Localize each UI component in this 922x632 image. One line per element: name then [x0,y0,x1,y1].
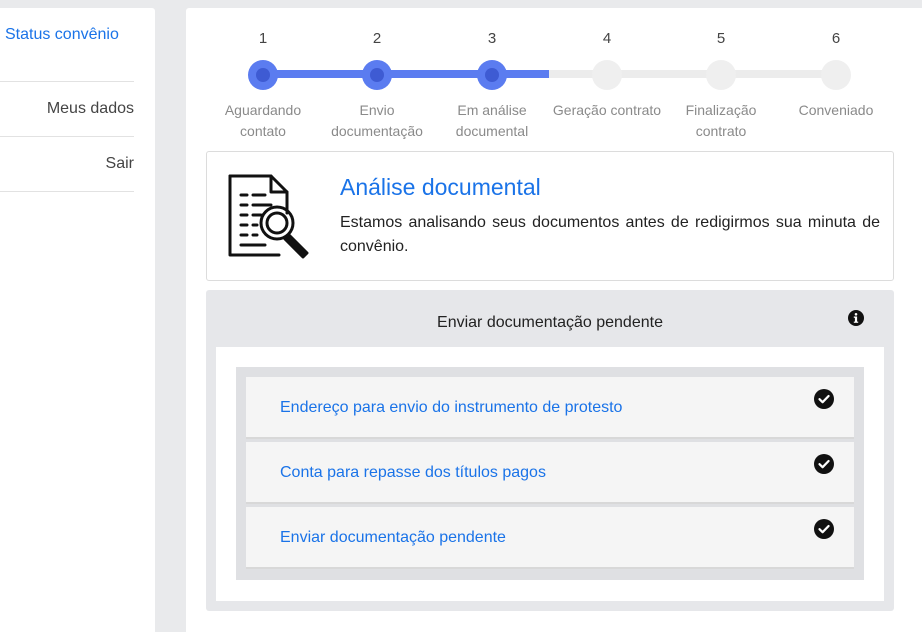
main-content: 1 Aguardando contato 2 Envio documentaçã… [186,8,922,632]
step-dot [706,60,736,90]
step-number: 3 [487,30,497,47]
step-dot [477,60,507,90]
step-number: 4 [602,30,612,47]
sidebar-item-label: Status convênio [5,26,119,43]
check-circle-icon [814,389,834,409]
step-dot [592,60,622,90]
check-circle-icon [814,454,834,474]
status-card: Análise documental Estamos analisando se… [206,151,894,281]
document-search-icon [228,174,309,259]
sidebar-item-sair[interactable]: Sair [0,137,134,192]
step-label: Em análise documental [455,102,529,139]
pending-item-documentacao[interactable]: Enviar documentação pendente [246,507,854,569]
step-dot [821,60,851,90]
info-icon[interactable] [848,310,864,326]
panel-body: Endereço para envio do instrumento de pr… [216,347,884,601]
sidebar-item-meus-dados[interactable]: Meus dados [0,82,134,137]
sidebar-item-label: Sair [105,155,134,172]
pending-item-link[interactable]: Enviar documentação pendente [280,529,506,547]
check-circle-icon [814,519,834,539]
pending-item-link[interactable]: Endereço para envio do instrumento de pr… [280,399,622,417]
step-number: 1 [258,30,268,47]
sidebar-item-label: Meus dados [46,100,134,117]
pending-list: Endereço para envio do instrumento de pr… [236,367,864,580]
panel-title: Enviar documentação pendente [437,314,663,331]
pending-item-conta[interactable]: Conta para repasse dos títulos pagos [246,442,854,504]
step-dot [248,60,278,90]
step-label: Conveniado [798,102,874,118]
status-description: Estamos analisando seus documentos antes… [340,214,880,255]
pending-item-link[interactable]: Conta para repasse dos títulos pagos [280,464,546,482]
pending-documents-panel: Enviar documentação pendente Endereço pa… [206,290,894,611]
progress-stepper: 1 Aguardando contato 2 Envio documentaçã… [186,8,922,148]
step-label: Envio documentação [331,102,423,139]
step-dot [362,60,392,90]
status-title: Análise documental [340,174,541,200]
pending-item-endereco[interactable]: Endereço para envio do instrumento de pr… [246,377,854,439]
sidebar-item-status-convenio[interactable]: Status convênio [0,8,134,82]
step-number: 5 [716,30,726,47]
step-label: Finalização contrato [685,102,757,139]
step-number: 6 [831,30,841,47]
sidebar: Status convênio Meus dados Sair [0,8,155,632]
step-label: Geração contrato [552,102,662,118]
step-label: Aguardando contato [224,102,302,139]
step-number: 2 [372,30,382,47]
